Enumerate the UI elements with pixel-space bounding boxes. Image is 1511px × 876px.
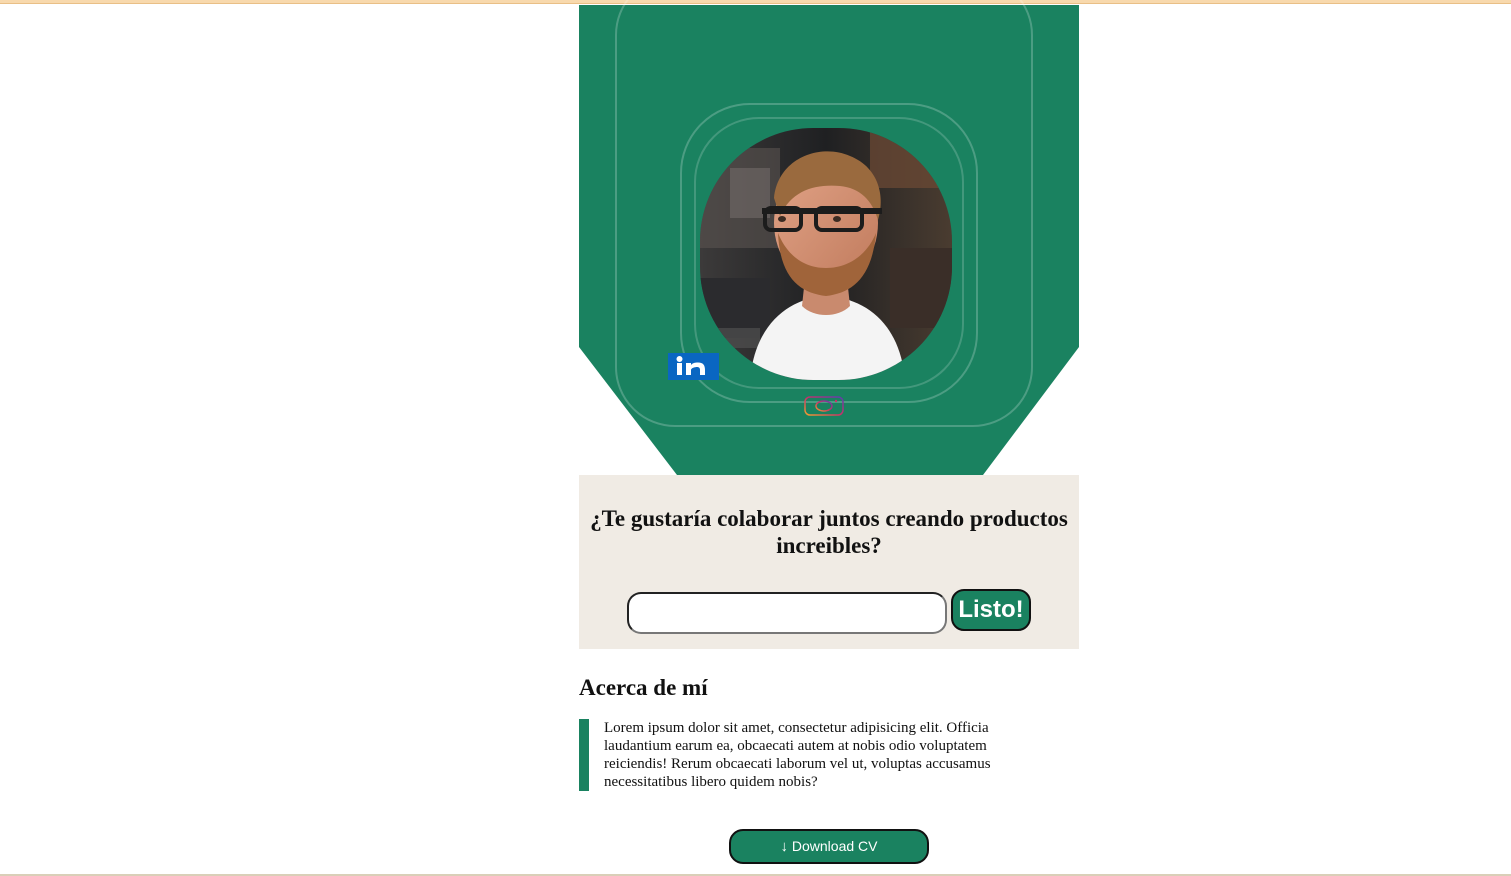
download-arrow-icon: ↓ [780, 838, 789, 855]
about-area: Acerca de mí Lorem ipsum dolor sit amet,… [579, 0, 1079, 876]
download-cv-label: Download CV [791, 838, 878, 854]
download-cv-button[interactable]: ↓ Download CV [729, 829, 929, 864]
about-block: Lorem ipsum dolor sit amet, consectetur … [579, 719, 1029, 791]
about-title: Acerca de mí [579, 675, 708, 700]
about-text: Lorem ipsum dolor sit amet, consectetur … [604, 720, 991, 790]
